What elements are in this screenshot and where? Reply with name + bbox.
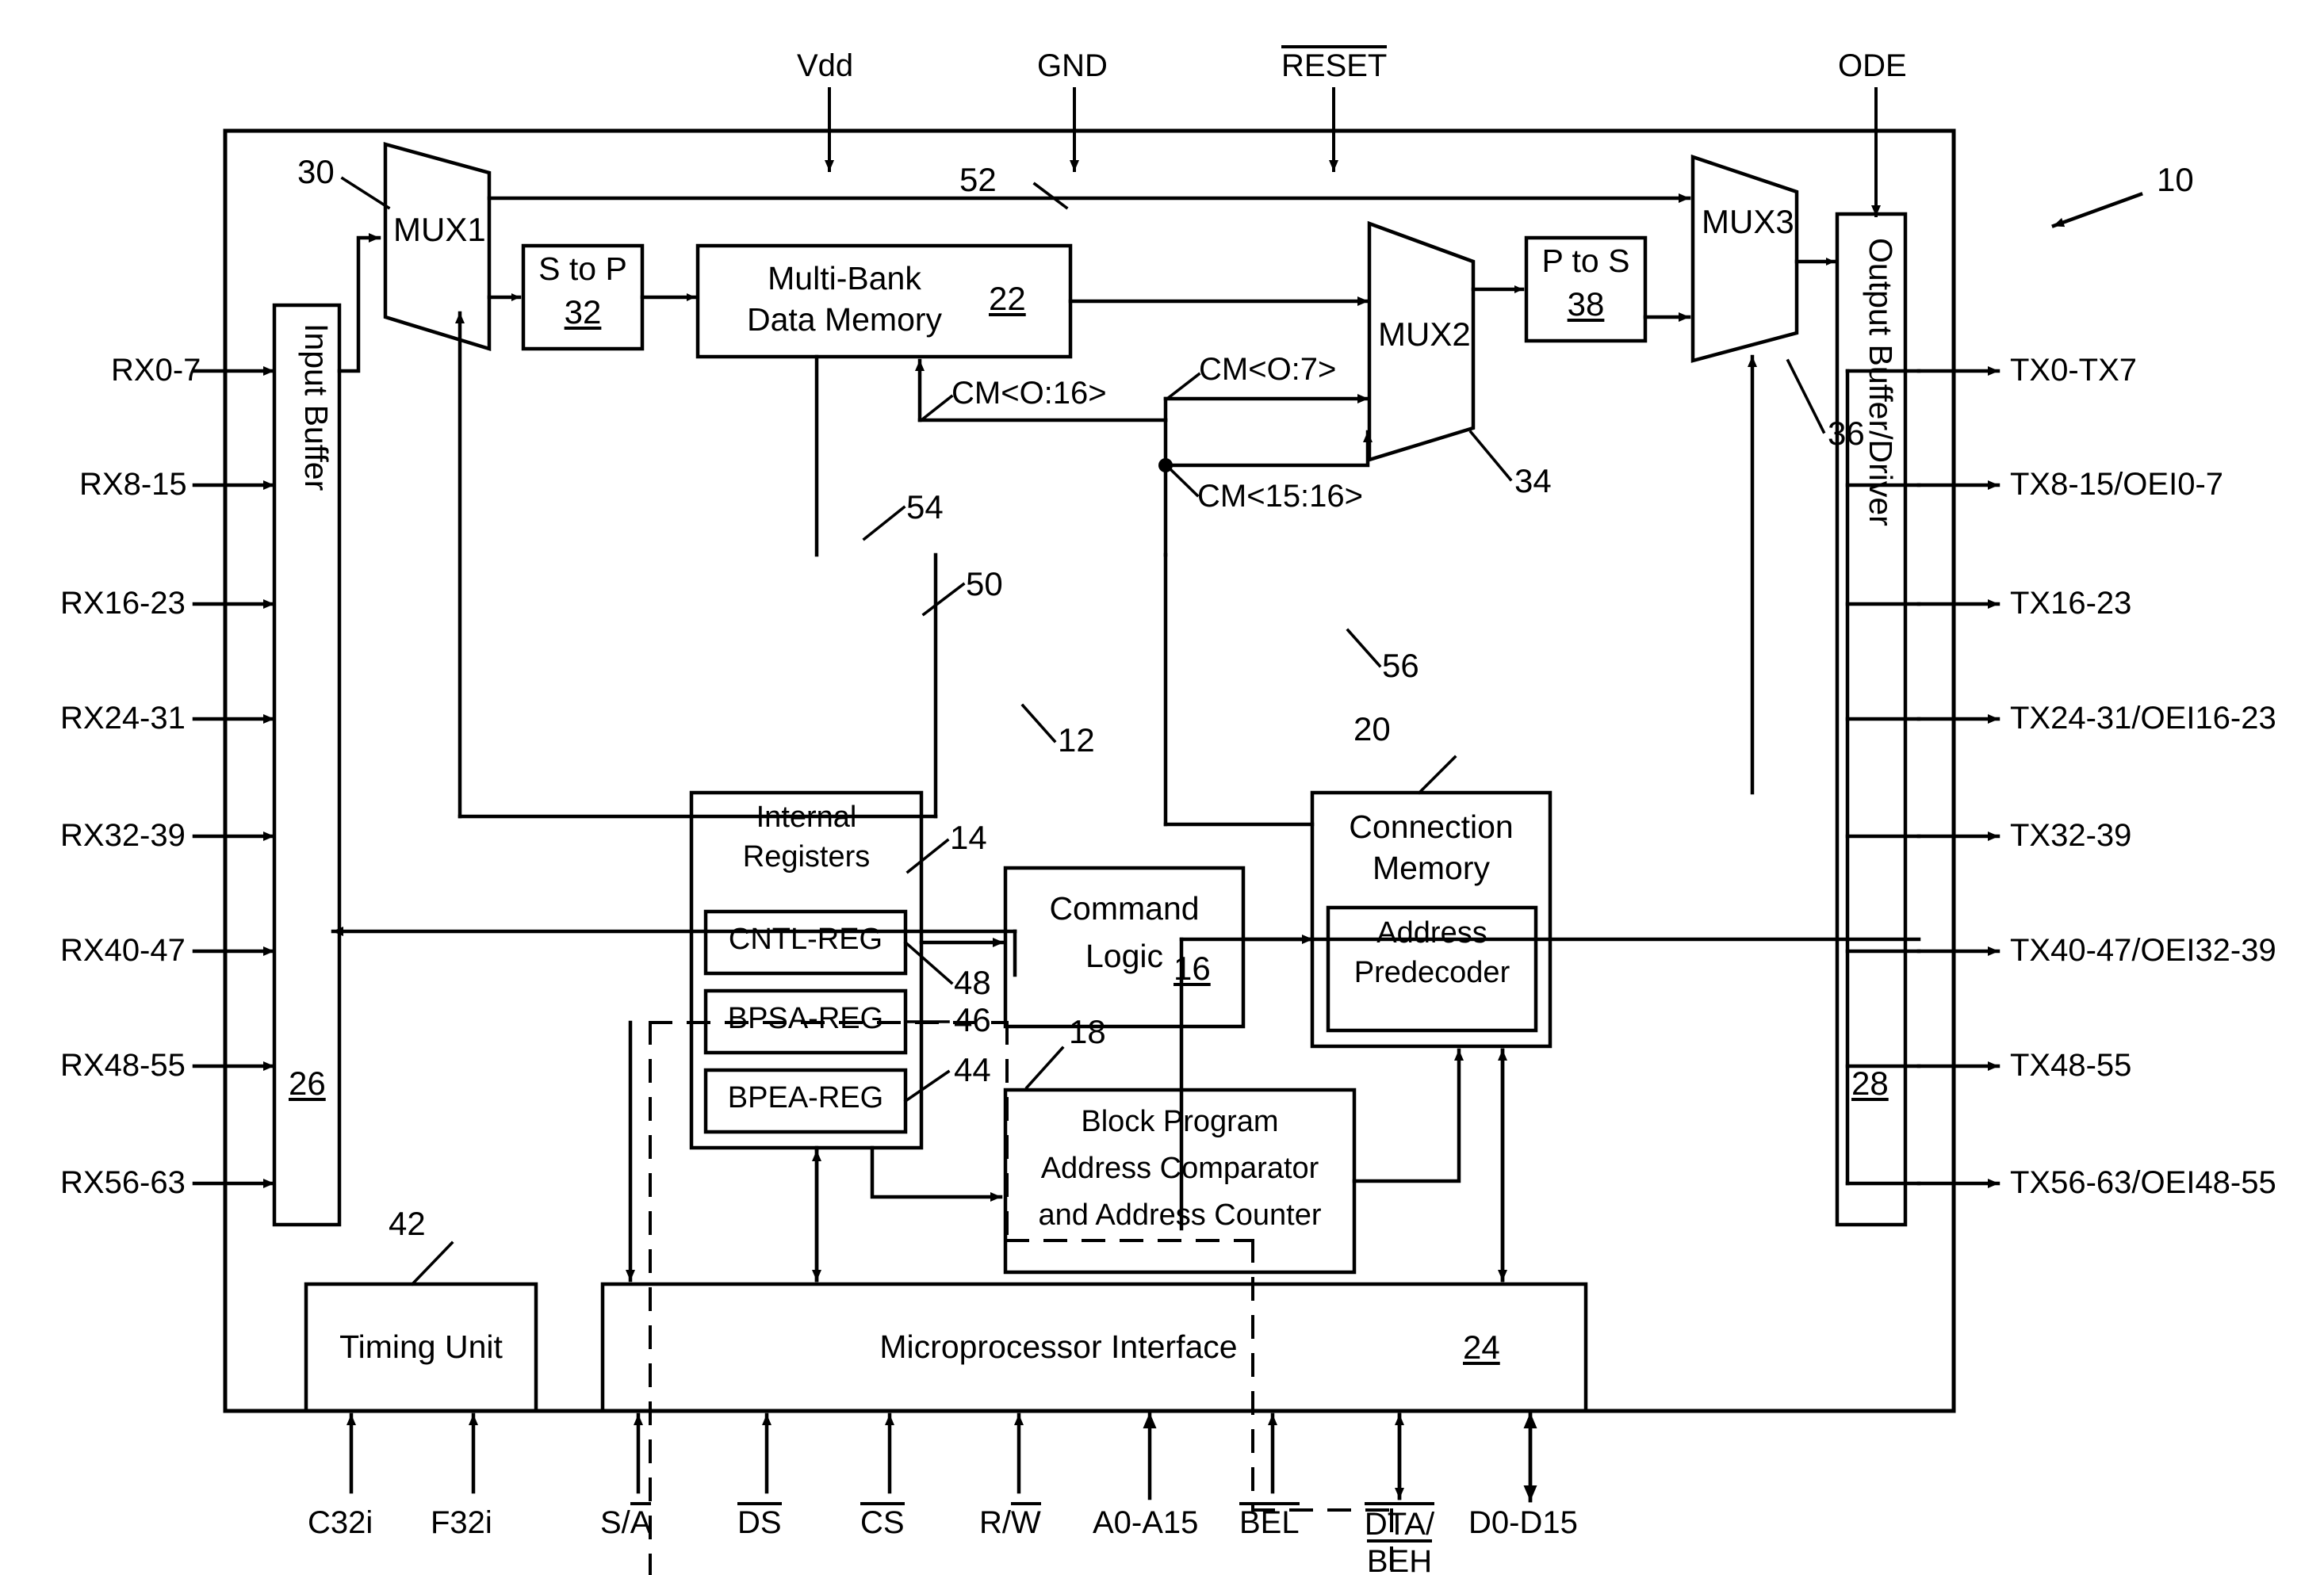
block-program-line2: Address Comparator (1040, 1152, 1319, 1185)
pin-label-rx24-31: RX24-31 (60, 701, 186, 736)
pin-label-rx48-55: RX48-55 (60, 1048, 186, 1083)
p-to-s-text: P to S (1541, 243, 1630, 279)
pin-label-bel: BEL (1239, 1502, 1300, 1540)
pin-label-s-a: S/A (600, 1502, 652, 1540)
pin-label-rx40-47: RX40-47 (60, 933, 186, 968)
pin-label-tx16-23: TX16-23 (2010, 586, 2132, 621)
connection-memory-ref: 20 (1353, 710, 1391, 747)
mux1-ref: 30 (297, 153, 335, 190)
pin-label-gnd: GND (1037, 48, 1108, 83)
pin-label-reset: RESET (1281, 45, 1388, 83)
cm-bus-label-0-7: CM<O:7> (1199, 352, 1337, 387)
lead-ref-52: 52 (959, 161, 997, 198)
s-a-bar-segment: A (630, 1502, 652, 1540)
r-w-bar-segment: W (1011, 1502, 1041, 1540)
timing-unit-label: Timing Unit (339, 1328, 503, 1365)
input-buffer-ref: 26 (289, 1065, 326, 1102)
cntl-reg-ref: 48 (954, 964, 991, 1001)
mux1-label: MUX1 (393, 211, 486, 248)
bpsa-reg-label: BPSA-REG (727, 1002, 884, 1035)
data-memory-line1: Multi-Bank (768, 260, 921, 296)
pin-label-d0-d15: D0-D15 (1468, 1505, 1578, 1540)
s-to-p-ref: 32 (564, 293, 602, 331)
pin-label-ode: ODE (1838, 48, 1907, 83)
lead-ref-12: 12 (1058, 721, 1095, 759)
microprocessor-interface-ref: 24 (1463, 1328, 1500, 1366)
block-program-line1: Block Program (1081, 1105, 1279, 1138)
cntl-reg-label: CNTL-REG (728, 923, 883, 956)
pin-label-tx0-tx7: TX0-TX7 (2010, 353, 2138, 388)
pin-label-rx8-15: RX8-15 (79, 467, 187, 502)
internal-registers-ref: 14 (950, 819, 987, 856)
block-program-ref: 18 (1069, 1013, 1106, 1050)
output-buffer-ref: 28 (1851, 1065, 1889, 1102)
pin-label-tx48-55: TX48-55 (2010, 1048, 2132, 1083)
internal-registers-line2: Registers (742, 840, 871, 874)
data-memory-line2: Data Memory (746, 301, 943, 338)
mux2-ref: 34 (1514, 462, 1552, 499)
patent-figure-canvas: 10 Vdd GND RESET ODE RX0-7 RX8-15 RX16-2… (0, 0, 2324, 1575)
s-to-p-text: S to P (538, 250, 627, 287)
connection-memory-line2: Memory (1372, 850, 1491, 886)
connection-memory-line1: Connection (1349, 809, 1514, 845)
pin-label-rx56-63: RX56-63 (60, 1165, 186, 1200)
output-buffer-label: Output Buffer/Driver (1863, 238, 1899, 526)
pin-label-ds: DS (737, 1502, 782, 1540)
p-to-s-ref: 38 (1567, 285, 1605, 323)
pin-label-rx0-7: RX0-7 (111, 353, 201, 388)
pin-label-vdd: Vdd (797, 48, 854, 83)
cm-bus-label-15-16: CM<15:16> (1197, 479, 1364, 514)
pin-label-a0-a15: A0-A15 (1093, 1505, 1199, 1540)
pin-label-cs: CS (860, 1502, 905, 1540)
figure-ref-10: 10 (2157, 161, 2194, 198)
bpea-reg-ref: 44 (954, 1051, 991, 1088)
lead-ref-56: 56 (1382, 647, 1419, 684)
lead-ref-54: 54 (906, 488, 944, 526)
pin-label-r-w: R/W (979, 1502, 1041, 1540)
pin-label-f32i: F32i (431, 1505, 492, 1540)
pin-label-tx24-31: TX24-31/OEI16-23 (2010, 701, 2276, 736)
address-predecoder-line1: Address (1376, 916, 1487, 950)
command-logic-line1: Command (1049, 890, 1200, 927)
pin-label-rx32-39: RX32-39 (60, 818, 186, 853)
block-program-line3: and Address Counter (1038, 1198, 1322, 1232)
pin-label-tx8-15: TX8-15/OEI0-7 (2010, 467, 2224, 502)
data-memory-ref: 22 (989, 280, 1026, 317)
pin-label-tx56-63: TX56-63/OEI48-55 (2010, 1165, 2276, 1200)
mux3-label: MUX3 (1702, 203, 1794, 240)
mux2-label: MUX2 (1378, 315, 1471, 353)
pin-label-tx32-39: TX32-39 (2010, 818, 2132, 853)
s-to-p-label: S to P (523, 250, 642, 287)
pin-label-tx40-47: TX40-47/OEI32-39 (2010, 933, 2276, 968)
bpsa-reg-ref: 46 (954, 1001, 991, 1038)
bpea-reg-label: BPEA-REG (727, 1081, 884, 1114)
input-buffer-label: Input Buffer (298, 323, 335, 491)
command-logic-text2: Logic (1085, 938, 1163, 974)
pin-label-rx16-23: RX16-23 (60, 586, 186, 621)
mux3-ref: 36 (1828, 415, 1865, 452)
lead-ref-50: 50 (966, 565, 1003, 602)
pin-label-c32i: C32i (308, 1505, 373, 1540)
pin-label-dta-beh: DTA/ BEH (1340, 1501, 1459, 1575)
cm-bus-label-0-16: CM<O:16> (951, 376, 1107, 411)
address-predecoder-line2: Predecoder (1353, 956, 1510, 989)
internal-registers-line1: Internal (756, 801, 857, 834)
timing-unit-ref: 42 (389, 1205, 426, 1242)
microprocessor-interface-label: Microprocessor Interface (879, 1328, 1238, 1365)
p-to-s-label: P to S (1526, 243, 1645, 279)
command-logic-ref: 16 (1173, 950, 1211, 987)
